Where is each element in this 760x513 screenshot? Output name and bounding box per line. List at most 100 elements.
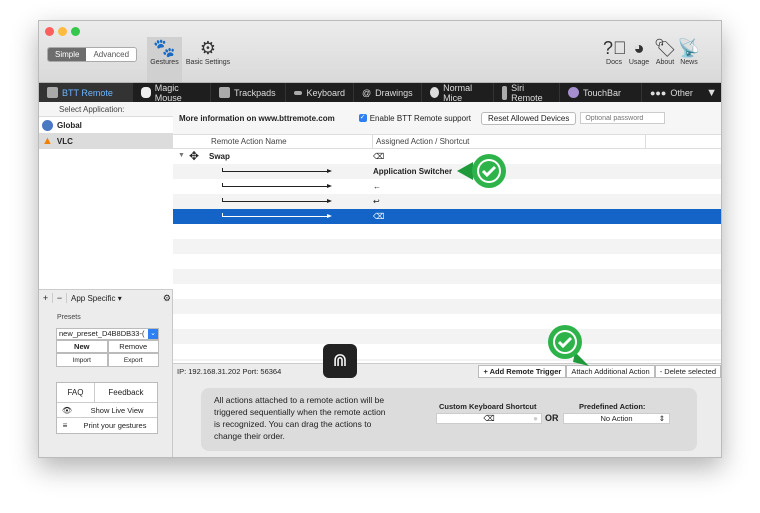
usage-label: Usage [628, 59, 650, 66]
table-row[interactable]: ↩ [173, 194, 721, 209]
predefined-action-select[interactable]: No Action ⇕ [563, 413, 670, 424]
clear-icon[interactable]: ● [533, 414, 538, 424]
paw-icon: 🐾 [153, 38, 176, 58]
app-window: Simple Advanced 🐾 Gestures ⚙ Basic Setting… [38, 20, 722, 458]
settings-gear-icon[interactable]: ⚙ [163, 293, 173, 304]
shortcut-recorder[interactable]: ⌫ ● [436, 413, 542, 424]
mode-toggle[interactable]: Simple Advanced [47, 47, 138, 62]
table-row[interactable]: Application Switcher [173, 164, 721, 179]
enable-label: Enable BTT Remote support [369, 113, 471, 123]
table-row-selected[interactable]: ⌫ [173, 209, 721, 224]
question-icon: ?⃝ [603, 38, 627, 58]
reset-devices-button[interactable]: Reset Allowed Devices [480, 111, 577, 125]
trigger-name: Swap [209, 152, 230, 161]
assigned-action: ⌫ [373, 212, 385, 221]
sidebar: Select Application: Global ▲ VLC + − App … [39, 102, 173, 457]
app-name: VLC [56, 136, 73, 146]
or-label: OR [545, 413, 559, 423]
help-box: FAQ Feedback 👁 Show Live View ≡ Print your… [56, 382, 158, 434]
basic-settings-button[interactable]: ⚙ Basic Settings [184, 37, 232, 66]
advanced-mode[interactable]: Advanced [86, 48, 137, 61]
device-tabs: BTT Remote Magic Mouse Trackpads Keyboar… [39, 82, 721, 103]
app-item-vlc[interactable]: ▲ VLC [39, 133, 173, 149]
table-row[interactable]: ▼ ✥ Swap ⌫ [173, 149, 721, 164]
scope-dropdown[interactable]: App Specific ▾ [67, 294, 163, 303]
app-item-global[interactable]: Global [39, 117, 173, 133]
updown-icon: ⇕ [658, 414, 665, 423]
preset-value: new_preset_D4B8DB33-( [59, 329, 145, 338]
check-callout-icon [457, 154, 506, 188]
about-button[interactable]: 🏷 About [653, 37, 677, 66]
close-button[interactable] [45, 27, 54, 36]
zoom-button[interactable] [71, 27, 80, 36]
tab-keyboard[interactable]: Keyboard [286, 83, 354, 102]
print-label: Print your gestures [83, 421, 147, 430]
preset-combobox[interactable]: new_preset_D4B8DB33-(⌄ [56, 328, 159, 340]
action-config-box: All actions attached to a remote action … [201, 388, 697, 451]
predefined-value: No Action [600, 414, 633, 423]
tab-label: Normal Mice [443, 82, 473, 103]
spiral-icon: @ [362, 87, 372, 98]
tab-drawings[interactable]: @ Drawings [354, 83, 422, 102]
more-tabs-icon[interactable]: ▼ [706, 87, 717, 99]
eye-icon: 👁 [61, 406, 73, 415]
simple-mode[interactable]: Simple [48, 48, 87, 61]
faq-button[interactable]: FAQ [57, 383, 95, 402]
column-header-name[interactable]: Remote Action Name [173, 135, 373, 148]
tab-siri-remote[interactable]: Siri Remote [494, 82, 560, 103]
antenna-icon: 📡 [677, 38, 701, 58]
tab-other[interactable]: ●●● Other [642, 83, 704, 102]
tab-btt-remote[interactable]: BTT Remote [39, 83, 133, 102]
mouse-icon [141, 87, 151, 98]
trackpad-icon [219, 87, 230, 98]
main-panel: More information on www.bttremote.com ✓ E… [173, 102, 721, 457]
new-preset-button[interactable]: New [56, 340, 108, 353]
password-input[interactable] [580, 112, 666, 124]
action-config-panel: All actions attached to a remote action … [173, 378, 721, 457]
disclosure-triangle-icon[interactable]: ▼ [178, 152, 185, 159]
keyboard-icon [294, 90, 303, 95]
tab-trackpads[interactable]: Trackpads [211, 83, 286, 102]
chevron-down-icon[interactable]: ⌄ [148, 329, 158, 339]
dots-icon: ●●● [650, 87, 667, 98]
news-label: News [680, 59, 698, 66]
docs-button[interactable]: ?⃝ Docs [603, 37, 627, 66]
siri-icon [568, 87, 579, 98]
vlc-icon: ▲ [42, 135, 53, 147]
globe-icon [42, 119, 53, 131]
tab-normal-mice[interactable]: Normal Mice [422, 82, 494, 103]
remove-preset-button[interactable]: Remove [107, 340, 159, 353]
checkbox-icon: ✓ [358, 114, 367, 122]
news-button[interactable]: 📡 News [677, 37, 701, 66]
gestures-label: Gestures [150, 59, 179, 66]
assigned-action: ⌫ [373, 152, 385, 161]
print-gestures-button[interactable]: ≡ Print your gestures [57, 418, 157, 433]
sequence-arrow [222, 198, 332, 203]
shortcut-label: Custom Keyboard Shortcut [439, 402, 537, 411]
table-row[interactable]: ← [173, 179, 721, 194]
tab-label: Siri Remote [511, 82, 543, 103]
minimize-button[interactable] [58, 27, 67, 36]
usage-button[interactable]: ◕ Usage [627, 37, 651, 66]
info-link[interactable]: More information on www.bttremote.com [179, 114, 335, 123]
enable-remote-checkbox[interactable]: ✓ Enable BTT Remote support [358, 113, 471, 123]
remove-app-button[interactable]: − [53, 293, 67, 303]
tab-magic-mouse[interactable]: Magic Mouse [133, 83, 211, 103]
feedback-button[interactable]: Feedback [95, 383, 157, 402]
add-app-button[interactable]: + [39, 293, 53, 303]
import-button[interactable]: Import [56, 353, 108, 367]
tab-touchbar[interactable]: TouchBar [560, 83, 642, 102]
assigned-action: Application Switcher [373, 167, 453, 176]
remote-icon [47, 87, 58, 98]
assigned-action: ↩ [373, 197, 380, 206]
delete-selected-button[interactable]: - Delete selected [654, 364, 721, 378]
column-header-action[interactable]: Assigned Action / Shortcut [373, 135, 646, 148]
sequence-arrow [222, 183, 332, 188]
predefined-label: Predefined Action: [579, 402, 646, 411]
app-name: Global [57, 120, 82, 130]
export-button[interactable]: Export [107, 353, 159, 367]
live-view-button[interactable]: 👁 Show Live View [57, 403, 157, 418]
gestures-button[interactable]: 🐾 Gestures [147, 37, 182, 82]
tab-label: BTT Remote [62, 87, 113, 98]
app-list-controls: + − App Specific ▾ ⚙ [39, 289, 173, 306]
